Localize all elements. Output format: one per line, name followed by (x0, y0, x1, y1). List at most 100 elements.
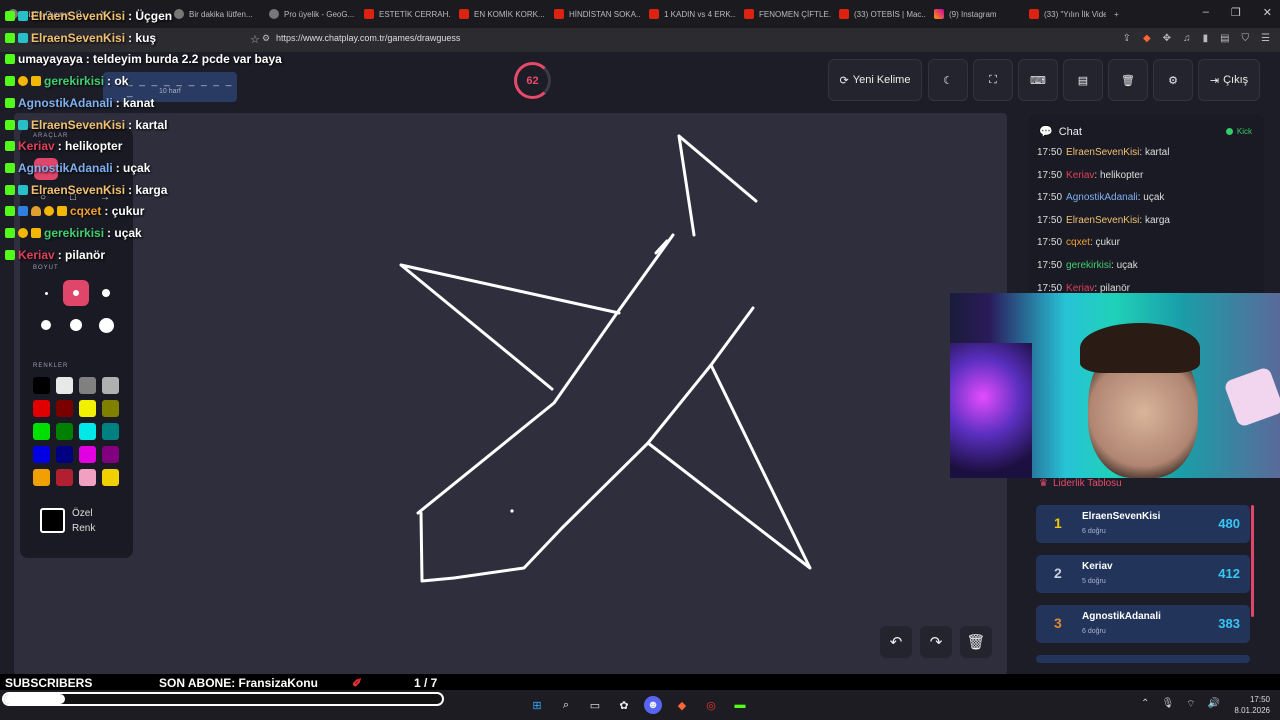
browser-tab[interactable]: Bir dakika lütfen... (166, 0, 261, 28)
maximize-button[interactable]: ❐ (1231, 6, 1241, 19)
vpn-icon[interactable]: ⛉ (1242, 33, 1250, 44)
chat-username[interactable]: Keriav (1066, 283, 1094, 294)
url-field[interactable]: https://www.chatplay.com.tr/games/drawgu… (276, 33, 460, 43)
stroke-dot (510, 509, 514, 513)
chat-message: 17:50 ElraenSevenKisi: kartal (1037, 147, 1169, 158)
chat-username[interactable]: gerekirkisi (1066, 260, 1111, 271)
chat-message: 17:50 gerekirkisi: uçak (1037, 260, 1138, 271)
chat-time: 17:50 (1037, 260, 1063, 271)
color-swatch[interactable] (102, 469, 119, 486)
music-icon[interactable]: ♫ (1183, 33, 1191, 44)
color-swatch[interactable] (33, 469, 50, 486)
bookmark-icon[interactable]: ☆ (250, 33, 260, 46)
chat-text: : çukur (1089, 237, 1120, 249)
kick-badge-icon (5, 11, 15, 21)
browser-tab[interactable]: Pro üyelik - GeoG... (261, 0, 356, 28)
color-swatch[interactable] (56, 400, 73, 417)
chevron-up-icon[interactable]: ⌃ (1141, 698, 1149, 711)
color-swatch[interactable] (56, 469, 73, 486)
site-info-icon[interactable]: ⚙ (262, 33, 270, 44)
undo-button[interactable]: ↶ (880, 626, 912, 658)
browser-tab[interactable]: 1 KADIN vs 4 ERK... (641, 0, 736, 28)
color-swatch[interactable] (33, 377, 50, 394)
overlay-message: : kanat (115, 95, 155, 110)
leaderboard-row: 3 AgnostikAdanali 6 doğru 383 (1036, 605, 1250, 643)
color-swatch[interactable] (33, 400, 50, 417)
color-swatch[interactable] (33, 446, 50, 463)
archive-button[interactable]: ▤ (1063, 59, 1103, 101)
volume-icon[interactable]: 🔊 (1208, 698, 1220, 711)
chat-username[interactable]: ElraenSevenKisi (1066, 215, 1139, 226)
color-swatch[interactable] (79, 400, 96, 417)
opera-icon[interactable]: ◎ (702, 696, 720, 714)
clock[interactable]: 17:50 8.01.2026 (1234, 694, 1270, 716)
color-swatch[interactable] (56, 446, 73, 463)
chat-text: : karga (1139, 214, 1170, 226)
chat-username[interactable]: cqxet (1066, 237, 1090, 248)
new-tab-button[interactable]: + (1106, 0, 1127, 28)
close-window-button[interactable]: ✕ (1263, 6, 1272, 19)
color-swatch[interactable] (102, 400, 119, 417)
share-icon[interactable]: ⇪ (1123, 33, 1131, 44)
browser-tab[interactable]: ESTETİK CERRAH... (356, 0, 451, 28)
brush-size-option[interactable] (93, 312, 119, 338)
file-explorer-icon[interactable]: ▭ (586, 696, 604, 714)
leaderboard-correct-count: 5 doğru (1082, 578, 1106, 585)
keyboard-button[interactable]: ⌨ (1018, 59, 1058, 101)
menu-icon[interactable]: ☰ (1261, 33, 1270, 44)
clear-canvas-button[interactable]: 🗑 (960, 626, 992, 658)
browser-tab[interactable]: (33) OTEBİS | Mac... (831, 0, 926, 28)
chat-time: 17:50 (1037, 147, 1063, 158)
color-swatch[interactable] (56, 423, 73, 440)
browser-tab[interactable]: (33) "Yılın İlk Vide... (1021, 0, 1106, 28)
fullscreen-button[interactable]: ⛶ (973, 59, 1013, 101)
gear-icon: ⚙ (1168, 74, 1178, 87)
chat-username[interactable]: AgnostikAdanali (1066, 192, 1138, 203)
brush-size-option[interactable] (93, 280, 119, 306)
wifi-icon[interactable]: ⌔ (1186, 698, 1195, 711)
chatgpt-icon[interactable]: ✿ (615, 696, 633, 714)
brush-size-option[interactable] (63, 312, 89, 338)
brave-icon[interactable]: ◆ (673, 696, 691, 714)
color-swatch[interactable] (79, 377, 96, 394)
extensions-icon[interactable]: ✥ (1163, 33, 1171, 44)
kick-app-icon[interactable]: ▬ (731, 696, 749, 714)
settings-button[interactable]: ⚙ (1153, 59, 1193, 101)
color-swatch[interactable] (102, 446, 119, 463)
new-word-button[interactable]: ⟳ Yeni Kelime (828, 59, 922, 101)
color-swatch[interactable] (79, 423, 96, 440)
color-swatch[interactable] (102, 377, 119, 394)
browser-tab[interactable]: HİNDİSTAN SOKA... (546, 0, 641, 28)
color-swatch[interactable] (33, 423, 50, 440)
chat-username[interactable]: ElraenSevenKisi (1066, 147, 1139, 158)
theme-toggle-button[interactable]: ☾ (928, 59, 968, 101)
browser-tab[interactable]: (9) Instagram (926, 0, 1021, 28)
wallet-icon[interactable]: ▤ (1220, 33, 1229, 44)
chat-text: : uçak (1137, 192, 1165, 204)
chat-username[interactable]: Keriav (1066, 170, 1094, 181)
color-swatch[interactable] (102, 423, 119, 440)
redo-button[interactable]: ↷ (920, 626, 952, 658)
discord-icon[interactable]: ☻ (644, 696, 662, 714)
search-icon[interactable]: ⌕ (557, 696, 575, 714)
minimize-button[interactable]: – (1203, 6, 1209, 19)
delete-button[interactable]: 🗑 (1108, 59, 1148, 101)
brush-size-option[interactable] (63, 280, 89, 306)
brave-shield-icon[interactable]: ◆ (1143, 33, 1151, 44)
color-swatch[interactable] (79, 469, 96, 486)
leaderboard-scrollbar[interactable] (1251, 505, 1254, 617)
tab-label: EN KOMİK KORK... (474, 9, 545, 19)
chat-time: 17:50 (1037, 282, 1063, 294)
ring-light (1223, 366, 1280, 428)
brush-size-option[interactable] (33, 280, 59, 306)
color-swatch[interactable] (79, 446, 96, 463)
custom-color-button[interactable] (40, 508, 65, 533)
browser-tab[interactable]: EN KOMİK KORK... (451, 0, 546, 28)
mic-icon[interactable]: 🎙 (1161, 698, 1174, 711)
brush-size-option[interactable] (33, 312, 59, 338)
windows-start-icon[interactable]: ⊞ (528, 696, 546, 714)
color-swatch[interactable] (56, 377, 73, 394)
exit-button[interactable]: ⇥ Çıkış (1198, 59, 1260, 101)
sidebar-icon[interactable]: ▮ (1203, 33, 1209, 44)
browser-tab[interactable]: FENOMEN ÇİFTLE... (736, 0, 831, 28)
